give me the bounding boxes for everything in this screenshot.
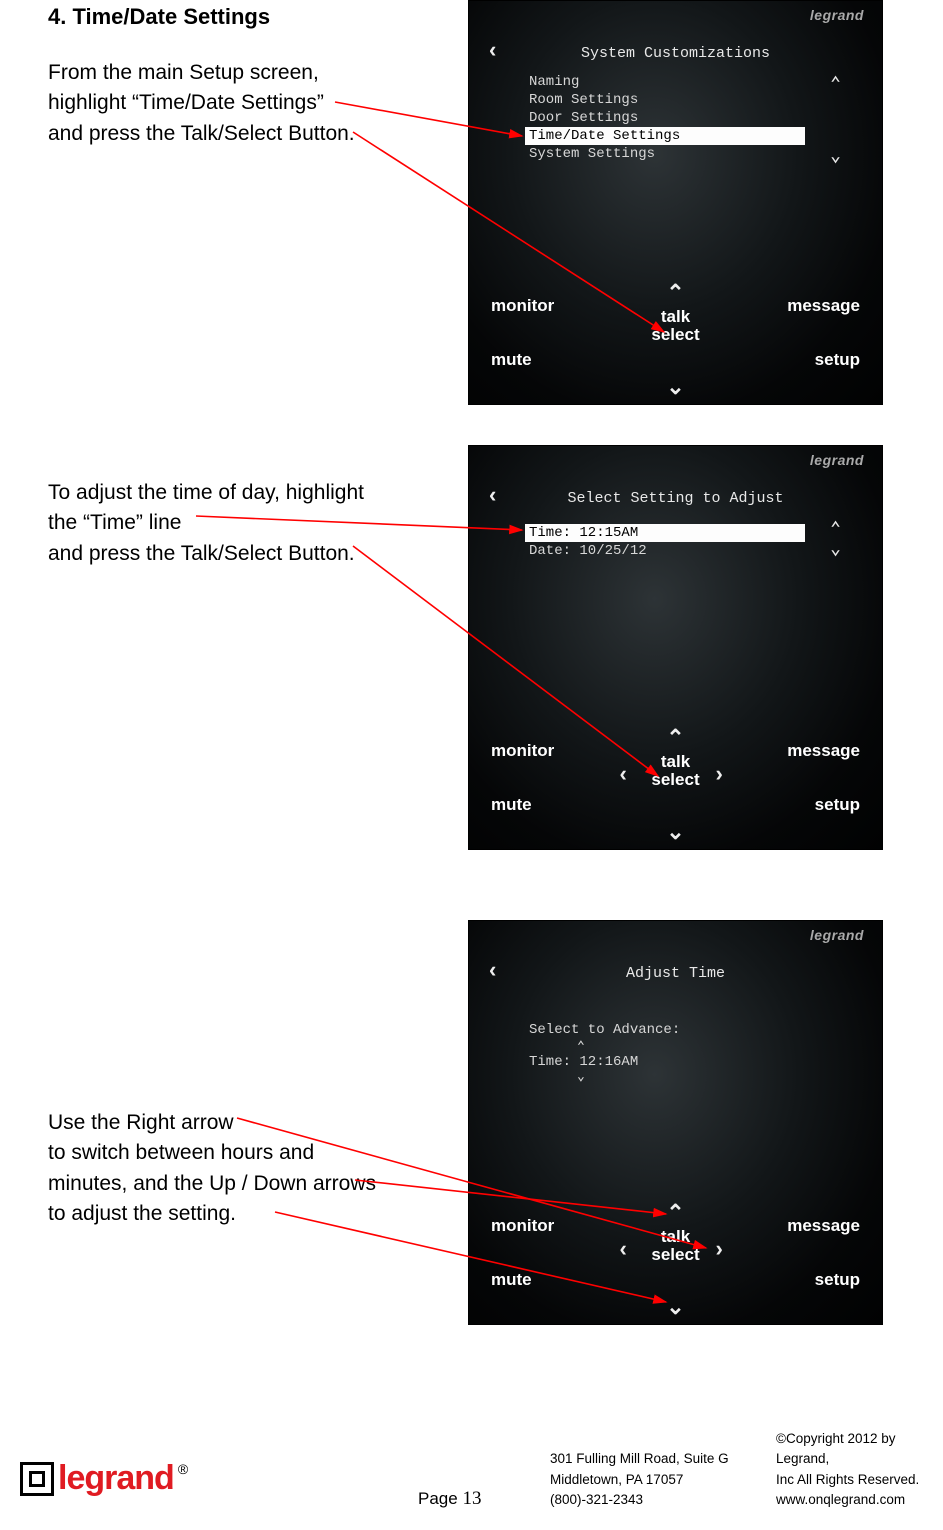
message-button[interactable]: message: [787, 1216, 860, 1236]
message-button[interactable]: message: [787, 296, 860, 316]
copyright-line: www.onqlegrand.com: [776, 1490, 943, 1510]
instruction-2-line: the “Time” line: [48, 508, 428, 538]
setup-button[interactable]: setup: [815, 795, 860, 815]
monitor-button[interactable]: monitor: [491, 741, 554, 761]
menu-item[interactable]: Room Settings: [525, 91, 805, 109]
mute-button[interactable]: mute: [491, 795, 532, 815]
page-number: Page 13: [418, 1488, 481, 1510]
instruction-1-line: From the main Setup screen,: [48, 58, 428, 88]
up-arrow-icon[interactable]: ⌃: [666, 1200, 684, 1226]
mute-button[interactable]: mute: [491, 350, 532, 370]
instruction-3-line: Use the Right arrow: [48, 1108, 428, 1138]
device-brand-label: legrand: [810, 7, 864, 23]
instruction-2-line: and press the Talk/Select Button.: [48, 539, 428, 569]
device-controls: monitor message mute setup ⌃ ⌄ talk sele…: [469, 274, 882, 404]
down-arrow-icon[interactable]: ⌄: [666, 1294, 684, 1320]
up-arrow-icon[interactable]: ⌃: [666, 280, 684, 306]
adjust-value[interactable]: Time: 12:16AM: [525, 1053, 805, 1071]
menu-item[interactable]: Door Settings: [525, 109, 805, 127]
footer-copyright: ©Copyright 2012 by Legrand, Inc All Righ…: [776, 1429, 943, 1510]
scroll-up-icon[interactable]: ⌃: [830, 73, 841, 95]
device-controls: monitor message mute setup ⌃ ⌄ ‹ › talk …: [469, 1194, 882, 1324]
talk-select-button[interactable]: talk select: [651, 308, 699, 344]
instruction-3-line: to switch between hours and: [48, 1138, 428, 1168]
registered-icon: ®: [178, 1461, 188, 1477]
select-label: select: [651, 325, 699, 344]
menu-item[interactable]: Date: 10/25/12: [525, 542, 805, 560]
talk-label: talk: [661, 752, 690, 771]
talk-select-button[interactable]: talk select: [651, 1228, 699, 1264]
instruction-1-line: highlight “Time/Date Settings”: [48, 88, 428, 118]
copyright-line: Inc All Rights Reserved.: [776, 1470, 943, 1490]
instruction-3-line: minutes, and the Up / Down arrows: [48, 1169, 428, 1199]
talk-label: talk: [661, 307, 690, 326]
device-screen-title: Adjust Time: [469, 965, 882, 982]
device-controls: monitor message mute setup ⌃ ⌄ ‹ › talk …: [469, 719, 882, 849]
device-screenshot-1: legrand ‹ System Customizations Naming R…: [468, 0, 883, 405]
select-label: select: [651, 1245, 699, 1264]
setup-button[interactable]: setup: [815, 350, 860, 370]
device-brand-label: legrand: [810, 452, 864, 468]
menu-item-selected[interactable]: Time/Date Settings: [525, 127, 805, 145]
instruction-1-line: and press the Talk/Select Button.: [48, 119, 428, 149]
menu-list: Naming Room Settings Door Settings Time/…: [525, 73, 805, 163]
monitor-button[interactable]: monitor: [491, 296, 554, 316]
page-footer: legrand ® Page 13 301 Fulling Mill Road,…: [0, 1428, 943, 1518]
device-screen-title: Select Setting to Adjust: [469, 490, 882, 507]
address-line: Middletown, PA 17057: [550, 1470, 729, 1490]
talk-label: talk: [661, 1227, 690, 1246]
menu-item[interactable]: Naming: [525, 73, 805, 91]
right-arrow-icon[interactable]: ›: [716, 761, 723, 787]
down-arrow-icon[interactable]: ⌄: [666, 819, 684, 845]
adjust-prompt: Select to Advance:: [525, 1021, 805, 1039]
right-arrow-icon[interactable]: ›: [716, 1236, 723, 1262]
address-line: (800)-321-2343: [550, 1490, 729, 1510]
device-screenshot-2: legrand ‹ Select Setting to Adjust Time:…: [468, 445, 883, 850]
device-brand-label: legrand: [810, 927, 864, 943]
footer-address: 301 Fulling Mill Road, Suite G Middletow…: [550, 1449, 729, 1510]
device-screenshot-3: legrand ‹ Adjust Time Select to Advance:…: [468, 920, 883, 1325]
field-up-icon[interactable]: ⌃: [577, 1039, 585, 1054]
menu-list: Time: 12:15AM Date: 10/25/12 ⌃ ⌄: [525, 524, 805, 560]
logo-text: legrand: [58, 1459, 174, 1498]
instruction-3-line: to adjust the setting.: [48, 1199, 428, 1229]
page-number-value: 13: [462, 1488, 481, 1509]
menu-item-selected[interactable]: Time: 12:15AM: [525, 524, 805, 542]
address-line: 301 Fulling Mill Road, Suite G: [550, 1449, 729, 1469]
page-label: Page: [418, 1489, 462, 1508]
up-arrow-icon[interactable]: ⌃: [666, 725, 684, 751]
select-label: select: [651, 770, 699, 789]
mute-button[interactable]: mute: [491, 1270, 532, 1290]
logo-square-icon: [20, 1462, 54, 1496]
message-button[interactable]: message: [787, 741, 860, 761]
scroll-down-icon[interactable]: ⌄: [830, 538, 841, 560]
talk-select-button[interactable]: talk select: [651, 753, 699, 789]
device-screen-title: System Customizations: [469, 45, 882, 62]
monitor-button[interactable]: monitor: [491, 1216, 554, 1236]
adjust-panel: Select to Advance: ⌃ Time: 12:16AM ⌄: [525, 1021, 805, 1071]
left-arrow-icon[interactable]: ‹: [620, 1236, 627, 1262]
scroll-down-icon[interactable]: ⌄: [830, 145, 841, 167]
down-arrow-icon[interactable]: ⌄: [666, 374, 684, 400]
field-down-icon[interactable]: ⌄: [577, 1069, 585, 1084]
left-arrow-icon[interactable]: ‹: [620, 761, 627, 787]
menu-item[interactable]: System Settings: [525, 145, 805, 163]
setup-button[interactable]: setup: [815, 1270, 860, 1290]
section-heading: 4. Time/Date Settings: [48, 4, 428, 30]
legrand-logo: legrand ®: [20, 1459, 188, 1498]
scroll-up-icon[interactable]: ⌃: [830, 518, 841, 540]
copyright-line: ©Copyright 2012 by Legrand,: [776, 1429, 943, 1470]
instruction-2-line: To adjust the time of day, highlight: [48, 478, 428, 508]
